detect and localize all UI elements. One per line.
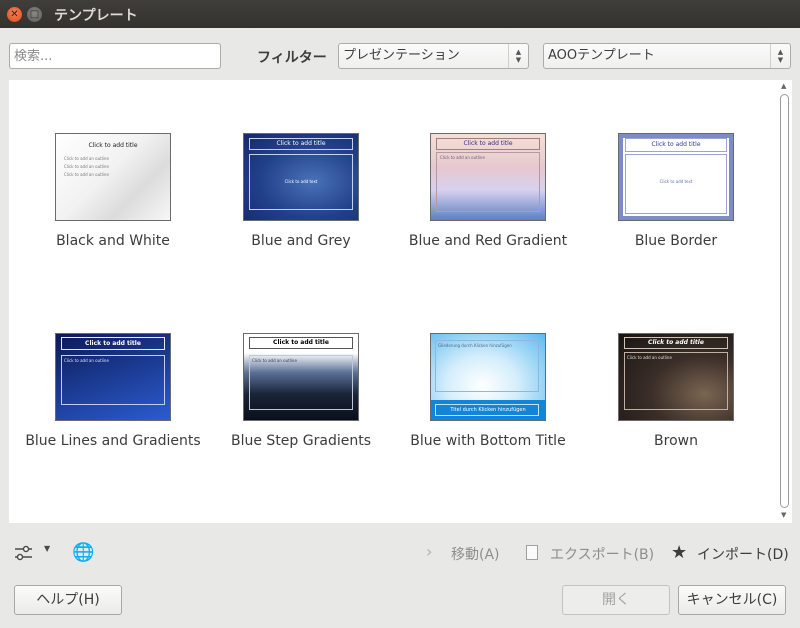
template-name: Black and White [56,233,170,249]
template-tile[interactable]: Click to add title Click to add an outli… [199,333,379,483]
scrollbar-thumb[interactable] [780,94,789,508]
thumb-title: Click to add title [651,141,701,148]
thumb-body: Click to add an outline [252,358,297,363]
template-view: Click to add title Click to add an outli… [9,80,792,523]
thumb-body: Click to add an outline [64,156,109,161]
help-button[interactable]: ヘルプ(H) [14,585,122,615]
cancel-button[interactable]: キャンセル(C) [678,585,786,615]
thumb-title: Click to add title [273,339,329,346]
window-title: テンプレート [54,8,138,24]
import-button[interactable]: インポート(D) [697,544,789,564]
thumb-title: Click to add title [648,339,704,346]
thumb-body: Gliederung durch Klicken hinzufügen [438,343,512,348]
category-value: AOOテンプレート [548,48,655,63]
template-thumbnail: Click to add title Click to add an outli… [243,333,359,421]
template-tile[interactable]: Gliederung durch Klicken hinzufügen Tite… [386,333,566,483]
close-window-button[interactable]: ✕ [7,7,22,22]
open-button[interactable]: 開く [562,585,670,615]
thumb-body: Click to add text [284,179,318,184]
scroll-up-arrow-icon[interactable]: ▲ [781,82,786,90]
spin-arrows-icon: ▲ ▼ [770,44,790,68]
export-button[interactable]: エクスポート(B) [550,544,654,564]
title-bar: ✕ □ テンプレート [0,0,800,28]
template-name: Blue and Grey [251,233,351,249]
template-thumbnail: Click to add title Click to add an outli… [55,133,171,221]
template-name: Blue Border [634,233,718,249]
thumb-title: Click to add title [463,140,513,147]
template-tile[interactable]: Click to add title Click to add text Blu… [199,133,379,283]
scroll-down-arrow-icon[interactable]: ▼ [781,511,786,519]
thumb-body: Click to add an outline [64,164,109,169]
document-type-select[interactable]: プレゼンテーション ▲ ▼ [338,43,529,69]
maximize-window-button[interactable]: □ [27,7,42,22]
filter-label: フィルター [257,50,327,66]
template-thumbnail: Click to add title Click to add text [618,133,734,221]
template-tile[interactable]: Click to add title Click to add an outli… [574,333,754,483]
template-thumbnail: Click to add title Click to add text [243,133,359,221]
thumb-body: Click to add an outline [627,355,672,360]
thumb-body-box [249,355,353,410]
thumb-title: Click to add title [276,140,326,147]
search-input[interactable] [9,43,221,69]
template-tile[interactable]: Click to add title Click to add an outli… [11,333,201,483]
template-thumbnail: Click to add title Click to add an outli… [55,333,171,421]
thumb-title: Titel durch Klicken hinzufügen [450,407,526,413]
export-document-icon [526,545,538,560]
category-select[interactable]: AOOテンプレート ▲ ▼ [543,43,791,69]
thumb-body: Click to add an outline [64,172,109,177]
template-name: Blue Step Gradients [231,433,371,449]
star-icon: ★ [671,542,688,563]
template-name: Blue with Bottom Title [410,433,566,449]
thumb-body: Click to add an outline [440,155,485,160]
globe-icon[interactable]: 🌐 [72,542,94,563]
template-tile[interactable]: Click to add title Click to add an outli… [386,133,567,283]
template-toolbar: ▼ 🌐 › 移動(A) エクスポート(B) ★ インポート(D) [0,536,800,570]
document-type-value: プレゼンテーション [343,48,460,63]
chevron-right-icon: › [426,542,433,561]
thumb-body-box [625,154,727,214]
template-name: Blue and Red Gradient [408,233,568,249]
dropdown-arrow-icon[interactable]: ▼ [44,544,50,553]
template-thumbnail: Gliederung durch Klicken hinzufügen Tite… [430,333,546,421]
template-tile[interactable]: Click to add title Click to add text Blu… [574,133,754,283]
template-name: Brown [654,433,698,449]
spin-arrows-icon: ▲ ▼ [508,44,528,68]
move-button[interactable]: 移動(A) [451,544,500,564]
template-tile[interactable]: Click to add title Click to add an outli… [11,133,191,283]
template-name: Blue Lines and Gradients [25,433,201,449]
settings-sliders-icon[interactable] [14,545,34,561]
thumb-body: Click to add an outline [64,358,109,363]
thumb-title: Click to add title [88,142,138,149]
thumb-body-box [624,352,728,410]
vertical-scrollbar[interactable]: ▲ ▼ [778,80,791,523]
thumb-body: Click to add text [659,179,693,184]
thumb-title: Click to add title [85,340,141,347]
template-thumbnail: Click to add title Click to add an outli… [430,133,546,221]
template-thumbnail: Click to add title Click to add an outli… [618,333,734,421]
thumb-body-box [436,152,540,212]
